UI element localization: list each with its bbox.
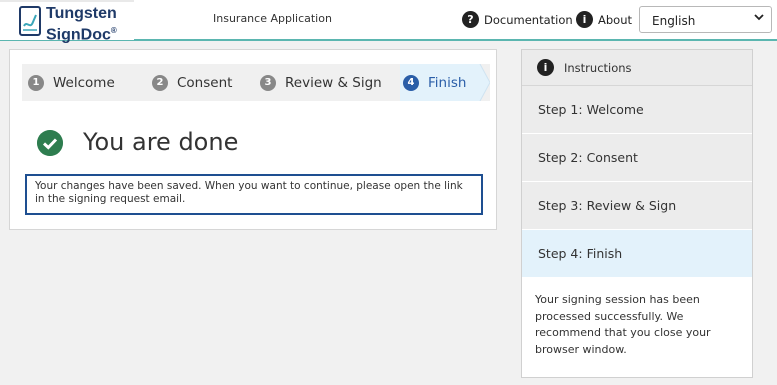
info-icon: i: [576, 11, 593, 28]
instructions-title: Instructions: [564, 60, 632, 75]
registered-mark: ®: [110, 26, 117, 35]
done-title: You are done: [83, 128, 239, 156]
step-welcome[interactable]: 1 Welcome: [28, 64, 115, 101]
app-header: Tungsten SignDoc® Insurance Application …: [0, 0, 777, 43]
documentation-label: Documentation: [484, 12, 573, 27]
step-label: Review & Sign: [285, 74, 382, 91]
step-label: Welcome: [53, 74, 115, 91]
main-card: 1 Welcome 2 Consent 3 Review & Sign 4 Fi…: [9, 49, 497, 230]
help-icon: ?: [462, 11, 479, 28]
logo-line-1: Tungsten: [46, 5, 117, 22]
logo-text: Tungsten SignDoc®: [46, 5, 117, 43]
about-link[interactable]: i About: [576, 11, 632, 28]
instructions-step-review-sign[interactable]: Step 3: Review & Sign: [522, 182, 752, 230]
step-finish[interactable]: 4 Finish: [403, 64, 466, 101]
instructions-step-welcome[interactable]: Step 1: Welcome: [522, 86, 752, 134]
step-label: Consent: [177, 74, 233, 91]
documentation-link[interactable]: ? Documentation: [462, 11, 573, 28]
step-number: 3: [260, 74, 276, 91]
language-select[interactable]: English: [639, 6, 772, 33]
language-value: English: [652, 14, 696, 28]
step-label: Finish: [428, 74, 467, 91]
instructions-step-finish[interactable]: Step 4: Finish: [522, 230, 752, 278]
saved-notice: Your changes have been saved. When you w…: [25, 174, 483, 215]
instructions-panel: i Instructions Step 1: Welcome Step 2: C…: [521, 49, 753, 378]
info-icon: i: [537, 59, 554, 76]
step-number: 2: [152, 74, 168, 91]
progress-steps: 1 Welcome 2 Consent 3 Review & Sign 4 Fi…: [22, 64, 490, 101]
signdoc-logo-icon: [19, 6, 41, 36]
chevron-down-icon: [754, 14, 764, 21]
instructions-text: Your signing session has been processed …: [535, 293, 711, 356]
logo[interactable]: Tungsten SignDoc®: [0, 0, 134, 43]
instructions-step-consent[interactable]: Step 2: Consent: [522, 134, 752, 182]
check-circle-icon: [37, 130, 63, 156]
logo-line-2: SignDoc: [46, 26, 111, 44]
step-number: 4: [403, 74, 419, 91]
step-review-sign[interactable]: 3 Review & Sign: [260, 64, 382, 101]
step-number: 1: [28, 74, 44, 91]
app-title: Insurance Application: [213, 12, 332, 25]
step-consent[interactable]: 2 Consent: [152, 64, 232, 101]
about-label: About: [598, 12, 633, 27]
instructions-header[interactable]: i Instructions: [522, 50, 752, 86]
